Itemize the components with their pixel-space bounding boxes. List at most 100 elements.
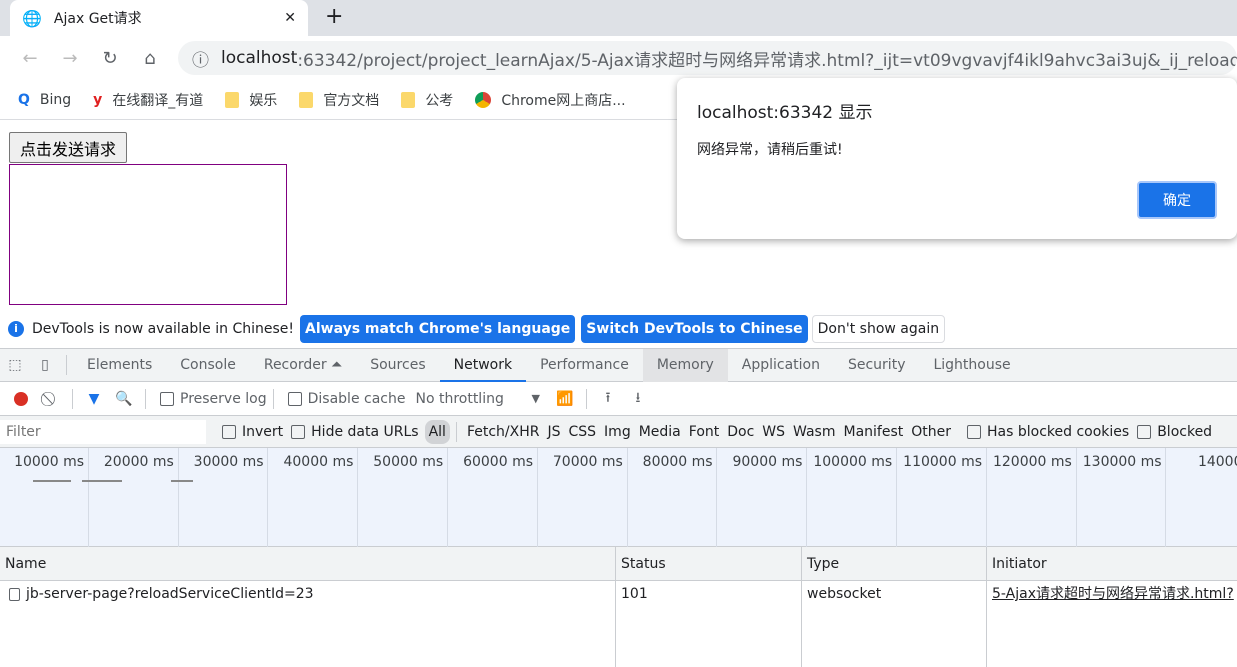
timeline-tick: 130000 ms: [1075, 448, 1166, 547]
back-icon[interactable]: ←: [10, 48, 50, 69]
type-filter[interactable]: Other: [907, 424, 955, 440]
globe-icon: 🌐: [22, 8, 42, 28]
inspect-element-icon[interactable]: ⬚: [0, 357, 30, 373]
request-initiator-link[interactable]: 5-Ajax请求超时与网络异常请求.html?: [987, 581, 1237, 607]
browser-toolbar: ← → ↻ ⌂ ⓘ localhost:63342/project/projec…: [0, 36, 1237, 80]
type-filter[interactable]: Doc: [723, 424, 758, 440]
folder-icon: [299, 91, 314, 108]
tab-elements[interactable]: Elements: [73, 349, 166, 382]
table-row[interactable]: jb-server-page?reloadServiceClientId=23 …: [0, 581, 1237, 607]
request-status: 101: [616, 581, 802, 607]
forward-icon[interactable]: →: [50, 48, 90, 69]
record-icon[interactable]: [6, 391, 36, 407]
type-filter[interactable]: WS: [758, 424, 789, 440]
type-filter[interactable]: Img: [600, 424, 635, 440]
timeline-tick: 120000 ms: [985, 448, 1076, 547]
column-name[interactable]: Name: [0, 547, 616, 580]
type-filter-all[interactable]: All: [424, 419, 450, 444]
timeline-tick: 10000 ms: [0, 448, 88, 547]
search-icon[interactable]: 🔍: [109, 391, 139, 407]
bookmark-chrome-store[interactable]: Chrome网上商店...: [475, 90, 626, 110]
devtools-panel: ⬚ ▯ Elements Console Recorder ⏶ Sources …: [0, 348, 1237, 667]
tab-console[interactable]: Console: [166, 349, 250, 382]
type-filter[interactable]: CSS: [564, 424, 600, 440]
dont-show-again-button[interactable]: Don't show again: [811, 315, 946, 343]
invert-checkbox[interactable]: [222, 424, 236, 439]
tab-sources[interactable]: Sources: [356, 349, 439, 382]
infobar-message: DevTools is now available in Chinese!: [32, 321, 294, 337]
info-icon[interactable]: ⓘ: [192, 46, 209, 71]
tab-security[interactable]: Security: [834, 349, 920, 382]
bookmark-bing[interactable]: Q Bing: [18, 92, 71, 108]
tab-memory[interactable]: Memory: [642, 348, 728, 382]
hide-data-urls-label: Hide data URLs: [311, 423, 419, 440]
tab-recorder[interactable]: Recorder ⏶: [250, 349, 356, 382]
always-match-language-button[interactable]: Always match Chrome's language: [300, 315, 576, 343]
bookmark-label: Chrome网上商店...: [501, 92, 626, 109]
request-type: websocket: [802, 581, 987, 607]
filter-icon[interactable]: ▼: [79, 391, 109, 407]
type-filter[interactable]: Media: [635, 424, 685, 440]
browser-tab[interactable]: 🌐 Ajax Get请求 ✕: [10, 0, 308, 36]
timeline-tick: 20000 ms: [87, 448, 178, 547]
bookmark-folder[interactable]: 官方文档: [299, 90, 379, 110]
download-icon[interactable]: ⭳: [623, 387, 653, 411]
filter-input[interactable]: [0, 419, 206, 444]
blocked-requests-checkbox[interactable]: [1137, 424, 1152, 439]
network-conditions-icon[interactable]: 📶: [550, 391, 580, 407]
timeline-tick: 50000 ms: [357, 448, 447, 547]
timeline-tick: 90000 ms: [716, 448, 806, 547]
type-filter[interactable]: Font: [685, 424, 723, 440]
reload-icon[interactable]: ↻: [90, 48, 130, 69]
new-tab-button[interactable]: +: [325, 4, 343, 29]
tab-application[interactable]: Application: [728, 349, 834, 382]
preserve-log-label: Preserve log: [180, 390, 267, 407]
type-filter[interactable]: Wasm: [789, 424, 839, 440]
folder-icon: [225, 91, 240, 108]
ok-button[interactable]: 确定: [1137, 181, 1217, 219]
bookmark-folder[interactable]: 娱乐: [225, 90, 277, 110]
address-bar[interactable]: ⓘ localhost:63342/project/project_learnA…: [178, 41, 1237, 75]
tab-performance[interactable]: Performance: [526, 349, 643, 382]
bookmark-youdao[interactable]: y 在线翻译_有道: [93, 90, 203, 110]
divider: [585, 388, 587, 409]
chrome-icon: [475, 91, 492, 108]
bookmark-label: 在线翻译_有道: [112, 92, 204, 109]
timeline-tick: 80000 ms: [626, 448, 717, 547]
hide-data-urls-checkbox[interactable]: [291, 424, 306, 439]
tab-title: Ajax Get请求: [53, 11, 142, 27]
bookmark-folder[interactable]: 公考: [401, 90, 453, 110]
clear-icon[interactable]: ⃠: [36, 391, 66, 407]
switch-to-chinese-button[interactable]: Switch DevTools to Chinese: [581, 315, 808, 343]
dialog-title: localhost:63342 显示: [697, 103, 873, 123]
bookmark-label: Bing: [39, 91, 72, 108]
timeline-tick: 30000 ms: [177, 448, 268, 547]
has-blocked-cookies-checkbox[interactable]: [967, 424, 982, 439]
type-filter[interactable]: Fetch/XHR: [463, 424, 544, 440]
column-status[interactable]: Status: [616, 547, 802, 580]
timeline-tick: 70000 ms: [536, 448, 627, 547]
close-tab-icon[interactable]: ✕: [284, 10, 296, 26]
chevron-down-icon[interactable]: ▼: [531, 392, 539, 405]
disable-cache-checkbox[interactable]: [287, 391, 302, 406]
network-overview[interactable]: 10000 ms 20000 ms 30000 ms 40000 ms 50000 ms…: [0, 448, 1237, 547]
type-filter[interactable]: Manifest: [840, 424, 908, 440]
send-request-button[interactable]: 点击发送请求: [9, 132, 128, 163]
preserve-log-checkbox[interactable]: [160, 391, 174, 406]
tab-lighthouse[interactable]: Lighthouse: [919, 349, 1024, 382]
document-icon: [9, 587, 20, 601]
divider: [455, 421, 457, 442]
column-initiator[interactable]: Initiator: [987, 547, 1237, 580]
tab-network[interactable]: Network: [439, 349, 527, 382]
timeline-tick: 60000 ms: [447, 448, 537, 547]
device-toolbar-icon[interactable]: ▯: [30, 357, 60, 373]
throttling-select[interactable]: No throttling: [415, 391, 527, 407]
network-toolbar: ⃠ ▼ 🔍 Preserve log Disable cache No thro…: [0, 382, 1237, 416]
type-filter[interactable]: JS: [543, 424, 564, 440]
upload-icon[interactable]: ⭱: [593, 387, 623, 411]
filter-bar: Invert Hide data URLs All Fetch/XHR JS C…: [0, 416, 1237, 448]
home-icon[interactable]: ⌂: [130, 48, 170, 69]
bookmark-label: 官方文档: [323, 92, 380, 109]
column-type[interactable]: Type: [802, 547, 987, 580]
request-table-header: Name Status Type Initiator: [0, 547, 1237, 581]
